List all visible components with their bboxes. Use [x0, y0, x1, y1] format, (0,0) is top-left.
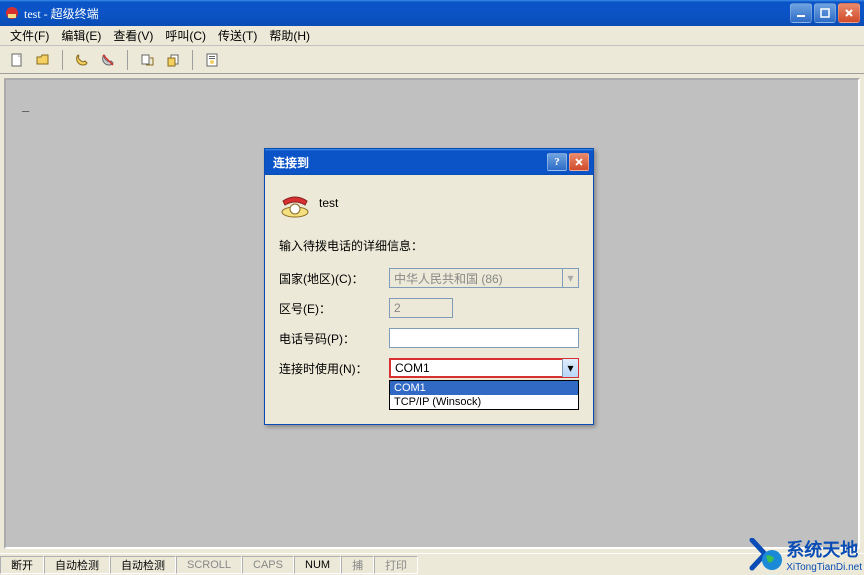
toolbar-separator	[62, 50, 63, 70]
window-title: test - 超级终端	[24, 5, 790, 22]
phone-row: 电话号码(P)：	[279, 328, 579, 348]
status-caps: CAPS	[242, 556, 294, 574]
dialog-help-button[interactable]: ?	[547, 153, 567, 171]
dialog-header: test	[279, 187, 579, 219]
dialog-body: test 输入待拨电话的详细信息： 国家(地区)(C)： 中华人民共和国 (86…	[265, 175, 593, 424]
toolbar	[0, 46, 864, 74]
country-combo: 中华人民共和国 (86)	[389, 268, 579, 288]
area-code-field: 2	[389, 298, 453, 318]
close-button[interactable]	[838, 3, 860, 23]
properties-icon[interactable]	[201, 49, 223, 71]
country-label: 国家(地区)(C)：	[279, 270, 389, 287]
country-value: 中华人民共和国 (86)	[394, 270, 503, 287]
menu-view[interactable]: 查看(V)	[107, 25, 159, 46]
receive-icon[interactable]	[162, 49, 184, 71]
phone-field[interactable]	[389, 328, 579, 348]
area-code-value: 2	[394, 301, 401, 315]
chevron-down-icon[interactable]: ▾	[562, 359, 578, 377]
dropdown-option-tcpip[interactable]: TCP/IP (Winsock)	[390, 395, 578, 409]
status-detect2: 自动检测	[110, 556, 176, 574]
toolbar-separator	[192, 50, 193, 70]
menubar: 文件(F) 编辑(E) 查看(V) 呼叫(C) 传送(T) 帮助(H)	[0, 26, 864, 46]
statusbar: 断开 自动检测 自动检测 SCROLL CAPS NUM 捕 打印	[0, 553, 864, 575]
maximize-button[interactable]	[814, 3, 836, 23]
area-code-row: 区号(E)： 2	[279, 298, 579, 318]
menu-edit[interactable]: 编辑(E)	[55, 25, 107, 46]
connect-using-dropdown: COM1 TCP/IP (Winsock)	[389, 380, 579, 410]
app-icon	[4, 5, 20, 21]
watermark-name: 系统天地	[786, 536, 862, 562]
send-icon[interactable]	[136, 49, 158, 71]
dropdown-option-com1[interactable]: COM1	[390, 381, 578, 395]
dialog-instruction: 输入待拨电话的详细信息：	[279, 237, 579, 254]
new-icon[interactable]	[6, 49, 28, 71]
phone-label: 电话号码(P)：	[279, 330, 389, 347]
phone-icon	[279, 187, 311, 219]
menu-transfer[interactable]: 传送(T)	[212, 25, 263, 46]
area-code-label: 区号(E)：	[279, 300, 389, 317]
open-icon[interactable]	[32, 49, 54, 71]
status-scroll: SCROLL	[176, 556, 242, 574]
chevron-down-icon: ▾	[562, 269, 578, 287]
status-detect1: 自动检测	[44, 556, 110, 574]
country-row: 国家(地区)(C)： 中华人民共和国 (86) ▾	[279, 268, 579, 288]
connect-using-combo[interactable]: COM1	[389, 358, 579, 378]
status-num: NUM	[294, 556, 341, 574]
toolbar-separator	[127, 50, 128, 70]
dialog-titlebar[interactable]: 连接到 ?	[265, 149, 593, 175]
watermark-url: XiTongTianDi.net	[786, 562, 862, 573]
connection-name: test	[319, 196, 338, 210]
hangup-icon[interactable]	[97, 49, 119, 71]
dialog-close-button[interactable]	[569, 153, 589, 171]
terminal-cursor: _	[22, 98, 29, 112]
menu-file[interactable]: 文件(F)	[4, 25, 55, 46]
status-print: 打印	[374, 556, 418, 574]
connect-using-row: 连接时使用(N)： COM1 ▾ COM1 TCP/IP (Winsock)	[279, 358, 579, 378]
earth-icon	[748, 538, 782, 572]
menu-call[interactable]: 呼叫(C)	[159, 25, 212, 46]
status-connection: 断开	[0, 556, 44, 574]
watermark: 系统天地 XiTongTianDi.net	[748, 536, 862, 573]
dialog-title: 连接到	[269, 154, 545, 171]
status-capture: 捕	[341, 556, 374, 574]
call-icon[interactable]	[71, 49, 93, 71]
connect-dialog: 连接到 ? test 输入待拨电话的详细信息： 国家(地区)(C)： 中华人民共…	[264, 148, 594, 425]
menu-help[interactable]: 帮助(H)	[263, 25, 316, 46]
connect-using-label: 连接时使用(N)：	[279, 360, 389, 377]
window-controls	[790, 3, 860, 23]
titlebar: test - 超级终端	[0, 0, 864, 26]
minimize-button[interactable]	[790, 3, 812, 23]
connect-using-value: COM1	[395, 361, 430, 375]
